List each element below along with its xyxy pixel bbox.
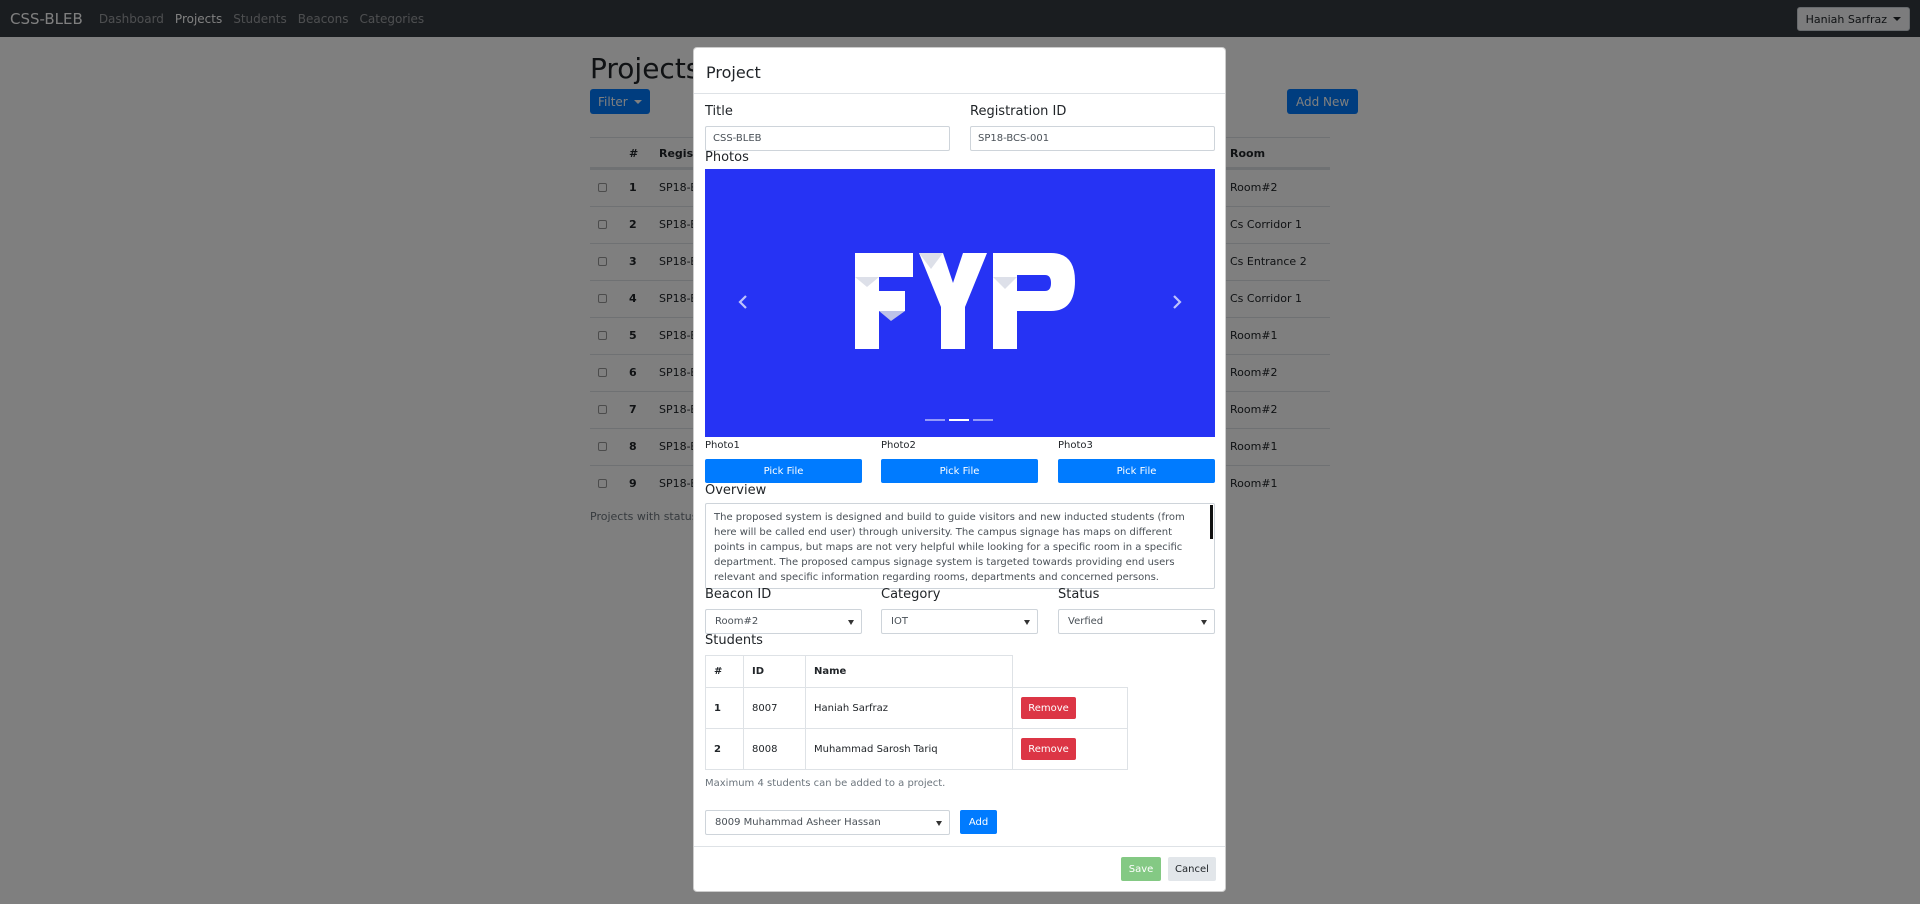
modal-header: Project (694, 48, 1225, 94)
student-id: 8007 (743, 687, 806, 729)
carousel-prev-icon[interactable] (735, 294, 751, 310)
dropdown-arrow-icon (936, 821, 942, 826)
status-label: Status (1058, 587, 1100, 602)
status-select[interactable]: Verfied (1058, 609, 1215, 634)
add-student-button[interactable]: Add (960, 810, 997, 834)
textarea-scrollbar[interactable] (1210, 505, 1213, 539)
pick-file-button-1[interactable]: Pick File (705, 459, 862, 483)
photo3-label: Photo3 (1058, 440, 1093, 451)
category-label: Category (881, 587, 941, 602)
status-value: Verfied (1068, 616, 1104, 627)
student-name: Haniah Sarfraz (805, 687, 1013, 729)
header-name: Name (805, 655, 1013, 688)
students-label: Students (705, 633, 763, 648)
photo2-label: Photo2 (881, 440, 916, 451)
student-action-cell: Remove (1012, 687, 1128, 729)
overview-text: The proposed system is designed and buil… (714, 512, 1185, 583)
title-label: Title (705, 104, 733, 119)
student-name: Muhammad Sarosh Tariq (805, 728, 1013, 770)
fyp-logo-image (855, 253, 1075, 349)
photo1-label: Photo1 (705, 440, 740, 451)
carousel-indicators (925, 419, 993, 421)
cancel-button[interactable]: Cancel (1168, 857, 1216, 881)
overview-label: Overview (705, 483, 767, 498)
table-row: 2 8008 Muhammad Sarosh Tariq Remove (705, 728, 1128, 770)
title-input[interactable]: CSS-BLEB (705, 126, 950, 151)
students-hint: Maximum 4 students can be added to a pro… (705, 778, 946, 789)
carousel-indicator[interactable] (973, 419, 993, 421)
students-table-header: # ID Name (705, 655, 1128, 688)
remove-student-button[interactable]: Remove (1021, 697, 1076, 719)
category-value: IOT (891, 616, 908, 627)
students-table: # ID Name 1 8007 Haniah Sarfraz Remove 2… (705, 655, 1128, 770)
beacon-label: Beacon ID (705, 587, 772, 602)
project-modal: Project Title CSS-BLEB Registration ID S… (693, 47, 1226, 892)
dropdown-arrow-icon (848, 620, 854, 625)
carousel-indicator[interactable] (949, 419, 969, 421)
student-select-value: 8009 Muhammad Asheer Hassan (715, 817, 881, 828)
beacon-select[interactable]: Room#2 (705, 609, 862, 634)
dropdown-arrow-icon (1201, 620, 1207, 625)
carousel-indicator[interactable] (925, 419, 945, 421)
student-action-cell: Remove (1012, 728, 1128, 770)
table-row: 1 8007 Haniah Sarfraz Remove (705, 687, 1128, 729)
header-id: ID (743, 655, 806, 688)
header-num: # (705, 655, 744, 688)
registration-label: Registration ID (970, 104, 1067, 119)
remove-student-button[interactable]: Remove (1021, 738, 1076, 760)
save-button[interactable]: Save (1121, 857, 1161, 881)
student-id: 8008 (743, 728, 806, 770)
header-action-spacer (1013, 656, 1128, 688)
pick-file-button-2[interactable]: Pick File (881, 459, 1038, 483)
dropdown-arrow-icon (1024, 620, 1030, 625)
student-num: 2 (705, 728, 744, 770)
modal-title: Project (706, 63, 761, 82)
pick-file-button-3[interactable]: Pick File (1058, 459, 1215, 483)
registration-input[interactable]: SP18-BCS-001 (970, 126, 1215, 151)
carousel-next-icon[interactable] (1169, 294, 1185, 310)
photo-carousel[interactable] (705, 169, 1215, 437)
overview-textarea[interactable]: The proposed system is designed and buil… (705, 503, 1215, 589)
photos-label: Photos (705, 150, 749, 165)
student-num: 1 (705, 687, 744, 729)
category-select[interactable]: IOT (881, 609, 1038, 634)
beacon-value: Room#2 (715, 616, 759, 627)
student-select[interactable]: 8009 Muhammad Asheer Hassan (705, 810, 950, 835)
